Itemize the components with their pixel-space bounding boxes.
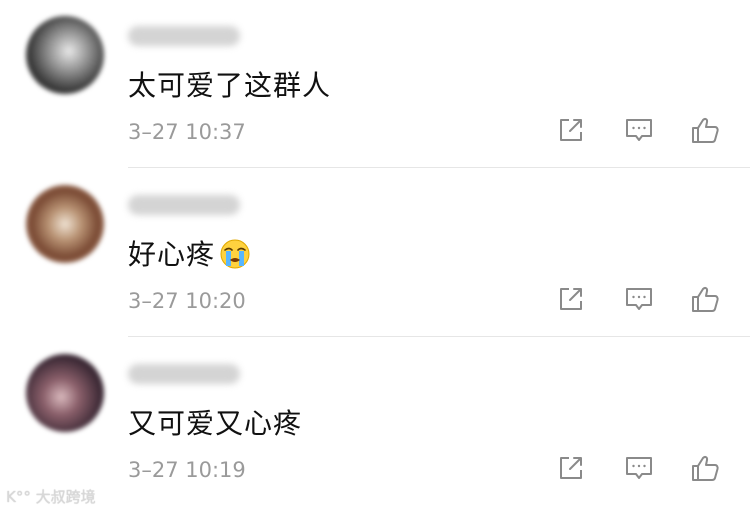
avatar[interactable] [26, 354, 104, 432]
share-icon[interactable] [556, 115, 586, 145]
crying-face-icon [219, 238, 251, 270]
comment-item: 又可爱又心疼 3–27 10:19 [0, 338, 750, 507]
comment-text-content: 好心疼 [128, 238, 216, 271]
avatar[interactable] [26, 16, 104, 94]
avatar[interactable] [26, 185, 104, 263]
divider [128, 167, 750, 168]
comment-item: 太可爱了这群人 3–27 10:37 [0, 0, 750, 169]
comment-text: 太可爱了这群人 [128, 69, 332, 102]
share-icon[interactable] [556, 284, 586, 314]
thumbs-up-icon[interactable] [690, 284, 720, 314]
comment-timestamp: 3–27 10:37 [128, 120, 246, 144]
comment-timestamp: 3–27 10:20 [128, 289, 246, 313]
username-blurred[interactable] [128, 195, 240, 215]
divider [128, 336, 750, 337]
thumbs-up-icon[interactable] [690, 115, 720, 145]
comment-text: 好心疼 [128, 233, 251, 273]
share-icon[interactable] [556, 453, 586, 483]
comment-text: 又可爱又心疼 [128, 407, 303, 440]
comment-icon[interactable] [624, 284, 654, 314]
comment-timestamp: 3–27 10:19 [128, 458, 246, 482]
username-blurred[interactable] [128, 26, 240, 46]
comment-icon[interactable] [624, 115, 654, 145]
comment-icon[interactable] [624, 453, 654, 483]
watermark: K°° 大叔跨境 [6, 488, 96, 506]
comment-item: 好心疼 3–27 10:20 [0, 169, 750, 338]
username-blurred[interactable] [128, 364, 240, 384]
thumbs-up-icon[interactable] [690, 453, 720, 483]
